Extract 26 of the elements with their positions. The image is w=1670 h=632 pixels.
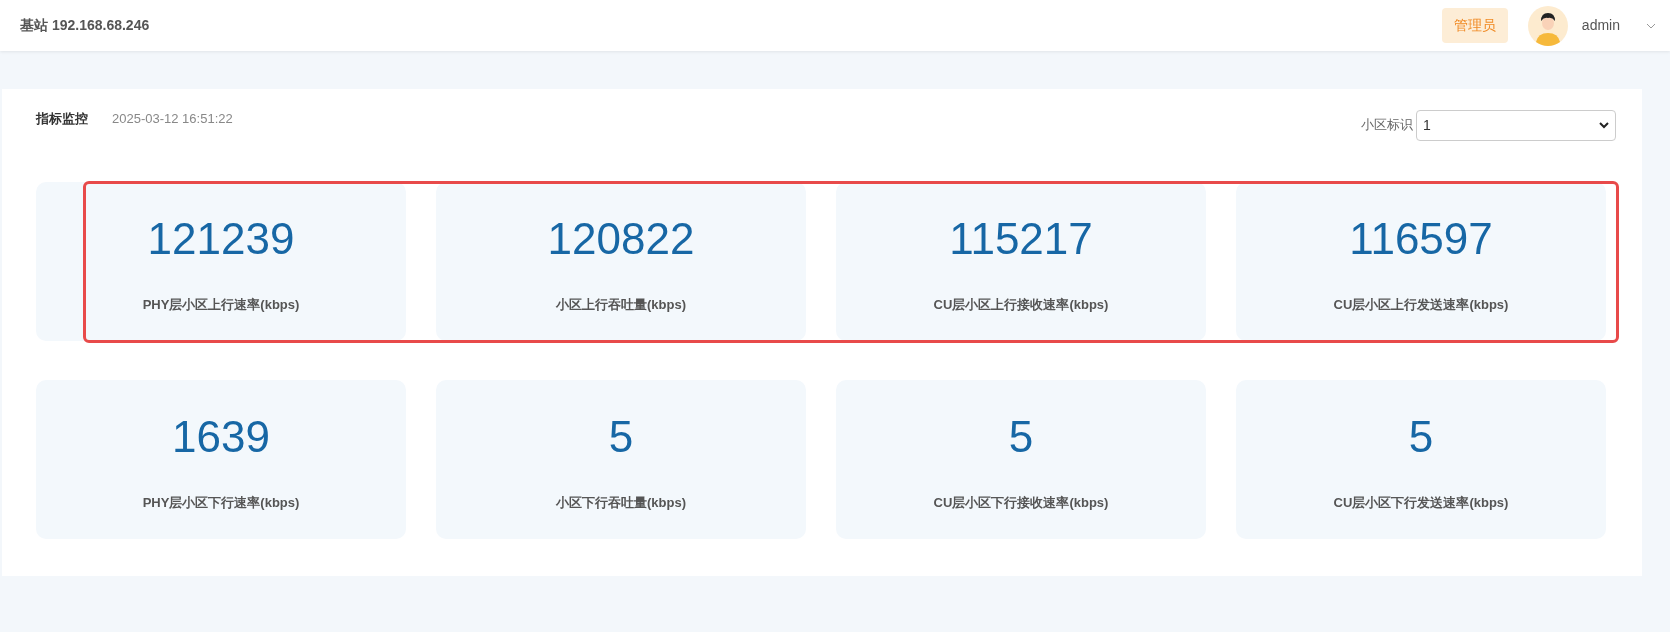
metric-value: 1639 — [172, 411, 270, 463]
metric-label: CU层小区下行接收速率(kbps) — [933, 494, 1109, 512]
station-title: 基站 192.168.68.246 — [20, 16, 150, 35]
metric-label: CU层小区下行发送速率(kbps) — [1333, 494, 1509, 512]
timestamp: 2025-03-12 16:51:22 — [112, 110, 233, 129]
metric-label: CU层小区上行发送速率(kbps) — [1333, 296, 1509, 314]
metric-label: PHY层小区上行速率(kbps) — [142, 296, 300, 314]
chevron-down-icon[interactable] — [1646, 22, 1656, 29]
role-badge: 管理员 — [1441, 8, 1508, 43]
user-name[interactable]: admin — [1581, 15, 1620, 36]
metric-label: PHY层小区下行速率(kbps) — [142, 494, 300, 512]
metric-value: 5 — [1008, 411, 1034, 463]
metric-label: 小区下行吞吐量(kbps) — [556, 494, 686, 512]
metric-value: 116597 — [1349, 213, 1493, 265]
avatar-icon — [1527, 5, 1568, 46]
cell-id-select[interactable]: 1 — [1416, 109, 1616, 141]
metric-value: 5 — [1408, 411, 1434, 463]
metric-value: 120822 — [547, 213, 695, 265]
metric-value: 115217 — [949, 213, 1093, 265]
cell-id-label: 小区标识 — [1361, 116, 1413, 135]
chevron-down-icon — [1599, 121, 1609, 129]
panel-title: 指标监控 — [36, 110, 88, 129]
metric-value: 121239 — [147, 213, 295, 265]
metric-label: 小区上行吞吐量(kbps) — [556, 296, 686, 314]
metric-value: 5 — [608, 411, 634, 463]
metric-label: CU层小区上行接收速率(kbps) — [933, 296, 1109, 314]
